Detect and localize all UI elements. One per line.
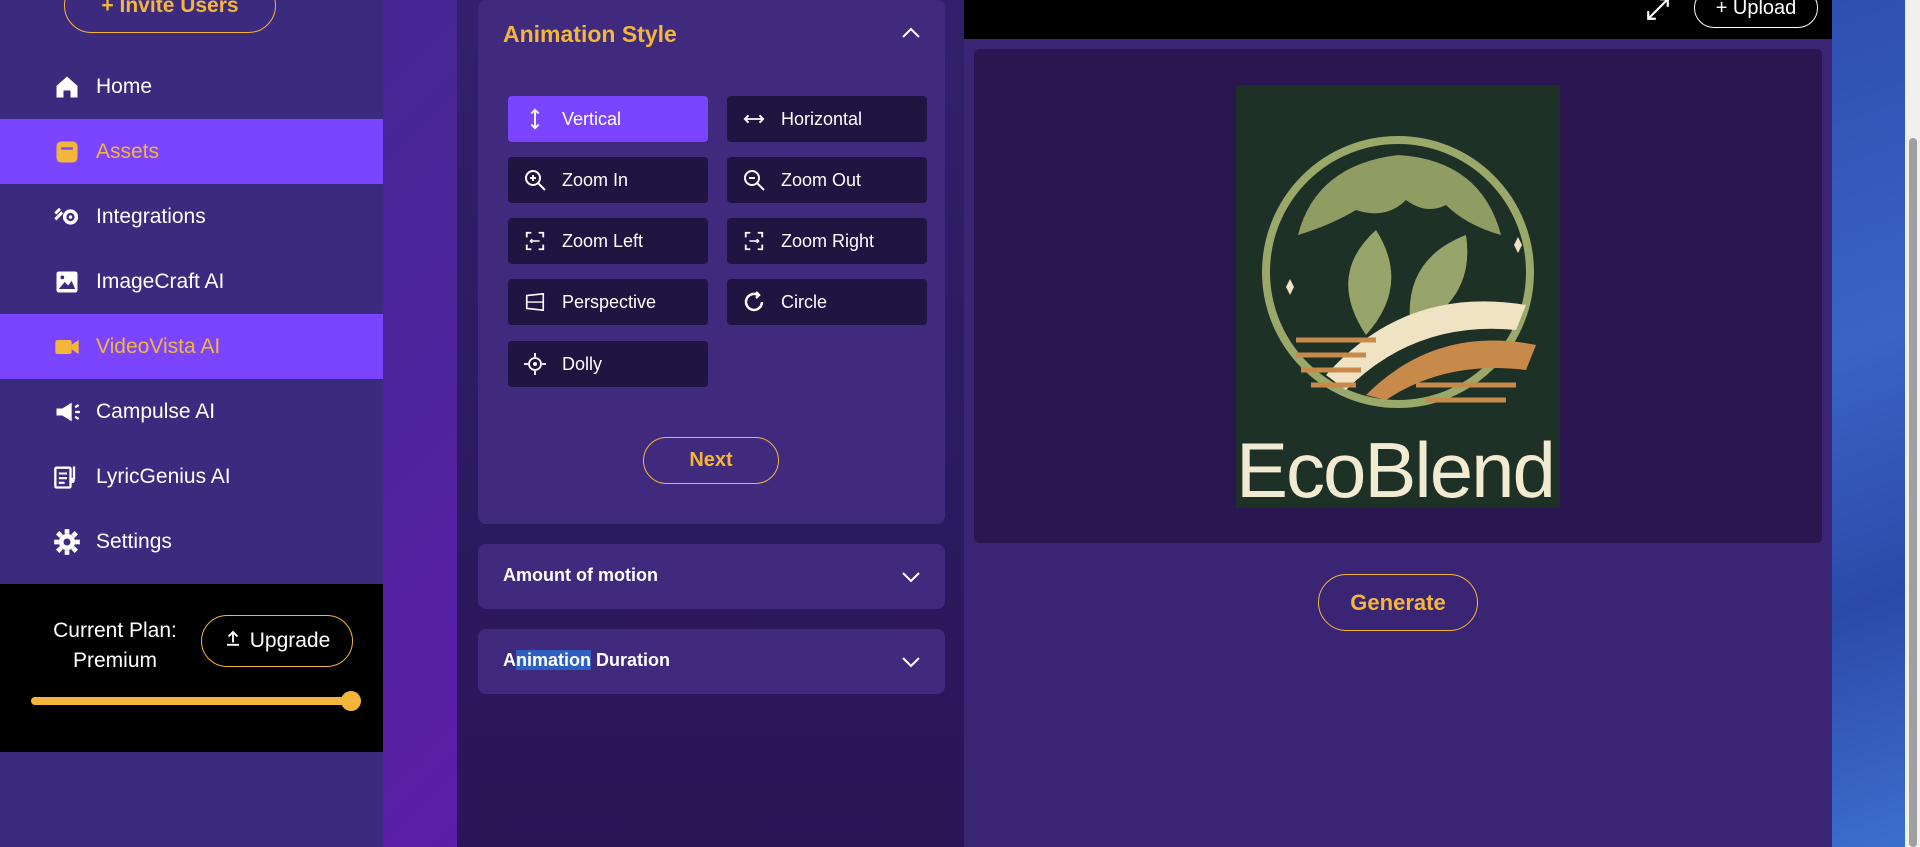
sidebar-item-videovista[interactable]: VideoVista AI (0, 314, 383, 379)
plan-box: Current Plan: Premium Upgrade (0, 584, 383, 752)
style-option-zoom-right[interactable]: Zoom Right (727, 218, 927, 264)
style-option-horizontal[interactable]: Horizontal (727, 96, 927, 142)
megaphone-icon (52, 397, 82, 427)
sidebar-item-label: ImageCraft AI (96, 269, 225, 293)
current-plan-text: Current Plan: Premium (40, 616, 190, 676)
perspective-icon (522, 289, 548, 315)
vertical-arrows-icon (522, 106, 548, 132)
duration-title-highlight: nimation (516, 650, 591, 670)
amount-of-motion-card[interactable]: Amount of motion (478, 544, 945, 609)
style-option-perspective[interactable]: Perspective (508, 279, 708, 325)
lyric-icon (52, 462, 82, 492)
image-icon (52, 267, 82, 297)
dolly-icon (522, 351, 548, 377)
sidebar-item-label: Integrations (96, 204, 206, 228)
zoom-in-icon (522, 167, 548, 193)
duration-title-prefix: A (503, 650, 516, 670)
plan-usage-fill (31, 697, 351, 705)
style-option-zoom-left[interactable]: Zoom Left (508, 218, 708, 264)
sidebar-item-campulse[interactable]: Campulse AI (0, 379, 383, 444)
style-option-label: Zoom Left (562, 230, 644, 251)
animation-duration-card[interactable]: Animation Duration (478, 629, 945, 694)
sidebar-item-label: Campulse AI (96, 399, 216, 423)
assets-icon (52, 137, 82, 167)
sidebar-item-lyricgenius[interactable]: LyricGenius AI (0, 444, 383, 509)
style-option-label: Zoom In (562, 169, 629, 190)
animation-duration-title: Animation Duration (503, 650, 670, 671)
next-button[interactable]: Next (643, 437, 779, 484)
integrations-icon (52, 202, 82, 232)
plan-label: Current Plan: (53, 619, 177, 642)
horizontal-arrows-icon (741, 106, 767, 132)
home-icon (52, 72, 82, 102)
zoom-out-icon (741, 167, 767, 193)
invite-users-button[interactable]: + Invite Users (64, 0, 276, 33)
animation-style-title: Animation Style (503, 21, 677, 47)
sidebar-item-imagecraft[interactable]: ImageCraft AI (0, 249, 383, 314)
video-icon (52, 332, 82, 362)
chevron-down-icon[interactable] (899, 565, 923, 589)
sidebar-item-integrations[interactable]: Integrations (0, 184, 383, 249)
plan-usage-slider[interactable] (31, 691, 361, 711)
sidebar-item-label: VideoVista AI (96, 334, 221, 358)
style-option-label: Zoom Out (781, 169, 862, 190)
chevron-down-icon[interactable] (899, 650, 923, 674)
plan-usage-thumb[interactable] (341, 691, 361, 711)
sidebar-item-assets[interactable]: Assets (0, 119, 383, 184)
preview-image: EcoBlend (1236, 85, 1560, 508)
upload-button[interactable]: + Upload (1694, 0, 1818, 28)
sidebar-item-label: LyricGenius AI (96, 464, 231, 488)
style-option-zoom-out[interactable]: Zoom Out (727, 157, 927, 203)
logo-text: EcoBlend (1236, 426, 1556, 508)
sidebar-item-home[interactable]: Home (0, 54, 383, 119)
duration-title-rest: Duration (591, 650, 670, 670)
upgrade-button[interactable]: Upgrade (201, 615, 353, 667)
style-option-label: Perspective (562, 291, 657, 312)
plan-name: Premium (72, 649, 157, 672)
sidebar-item-label: Home (96, 74, 153, 98)
style-option-label: Circle (781, 291, 828, 312)
style-option-label: Zoom Right (781, 230, 875, 251)
gear-icon (52, 527, 82, 557)
amount-of-motion-title: Amount of motion (503, 565, 658, 585)
sidebar: + Invite Users Home Assets Integrations … (0, 0, 383, 847)
style-option-label: Dolly (562, 353, 603, 374)
circle-arrow-icon (741, 289, 767, 315)
sidebar-item-label: Assets (96, 139, 160, 163)
upgrade-label: Upgrade (249, 629, 331, 652)
style-option-circle[interactable]: Circle (727, 279, 927, 325)
style-option-zoom-in[interactable]: Zoom In (508, 157, 708, 203)
zoom-right-icon (741, 228, 767, 254)
style-option-vertical[interactable]: Vertical (508, 96, 708, 142)
sidebar-item-settings[interactable]: Settings (0, 509, 383, 574)
scrollbar-thumb[interactable] (1909, 138, 1917, 847)
upload-arrow-icon (224, 629, 242, 653)
style-option-dolly[interactable]: Dolly (508, 341, 708, 387)
style-option-label: Horizontal (781, 108, 863, 129)
sidebar-item-label: Settings (96, 529, 172, 553)
expand-icon[interactable] (1645, 0, 1671, 22)
style-option-label: Vertical (562, 108, 622, 129)
chevron-up-icon[interactable] (899, 21, 923, 45)
zoom-left-icon (522, 228, 548, 254)
generate-button[interactable]: Generate (1318, 574, 1478, 631)
